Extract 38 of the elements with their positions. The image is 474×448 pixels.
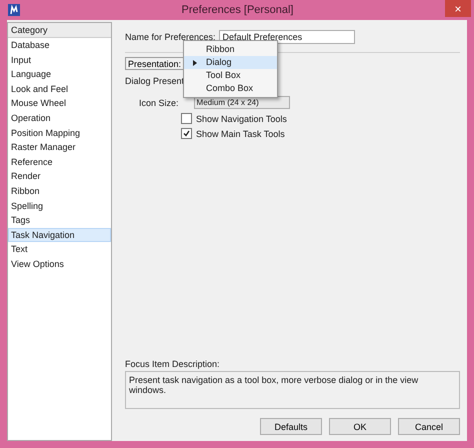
category-item[interactable]: Raster Manager: [8, 140, 111, 155]
column-header: Category: [8, 23, 111, 38]
field-label: Name for Preferences:: [125, 32, 216, 42]
menu-item[interactable]: Ribbon: [184, 43, 277, 56]
category-item[interactable]: Ribbon: [8, 184, 111, 199]
presentation-button[interactable]: Presentation:: [125, 57, 184, 70]
dialog-button[interactable]: Cancel: [398, 418, 460, 435]
category-item[interactable]: Language: [8, 67, 111, 82]
close-button[interactable]: ×: [445, 0, 471, 17]
menu-item[interactable]: Combo Box: [184, 82, 277, 95]
bullet-icon: [193, 60, 197, 66]
dialog-button[interactable]: Defaults: [260, 418, 322, 435]
category-item[interactable]: Operation: [8, 110, 111, 126]
dialog-button[interactable]: OK: [329, 418, 391, 435]
description-label: Focus Item Description:: [125, 359, 221, 369]
checkbox[interactable]: [181, 113, 192, 124]
checkbox-label: Show Main Task Tools: [196, 128, 285, 138]
window-title: Preferences [Personal]: [180, 4, 294, 16]
app-logo-icon: [8, 4, 20, 16]
category-item[interactable]: Input: [8, 52, 111, 68]
description-text: Present task navigation as a tool box, more verbose dialog or in the view windows.: [125, 371, 460, 409]
checkbox[interactable]: [181, 128, 192, 139]
category-item[interactable]: Spelling: [8, 198, 111, 214]
category-item[interactable]: Tags: [8, 213, 111, 228]
category-item[interactable]: Database: [8, 38, 111, 53]
group-label: Dialog Present: [125, 76, 184, 86]
category-item[interactable]: Task Navigation: [8, 228, 111, 242]
category-item[interactable]: Text: [8, 242, 111, 257]
category-item[interactable]: Position Mapping: [8, 126, 111, 140]
category-item[interactable]: Reference: [8, 154, 111, 170]
checkbox-label: Show Navigation Tools: [196, 114, 287, 124]
menu-item[interactable]: Tool Box: [184, 69, 277, 82]
category-item[interactable]: View Options: [8, 256, 111, 272]
category-item[interactable]: Render: [8, 169, 111, 184]
category-item[interactable]: Look and Feel: [8, 82, 111, 96]
field-label: Icon Size:: [139, 98, 179, 108]
category-item[interactable]: Mouse Wheel: [8, 96, 111, 111]
menu-item[interactable]: Dialog: [184, 56, 277, 69]
